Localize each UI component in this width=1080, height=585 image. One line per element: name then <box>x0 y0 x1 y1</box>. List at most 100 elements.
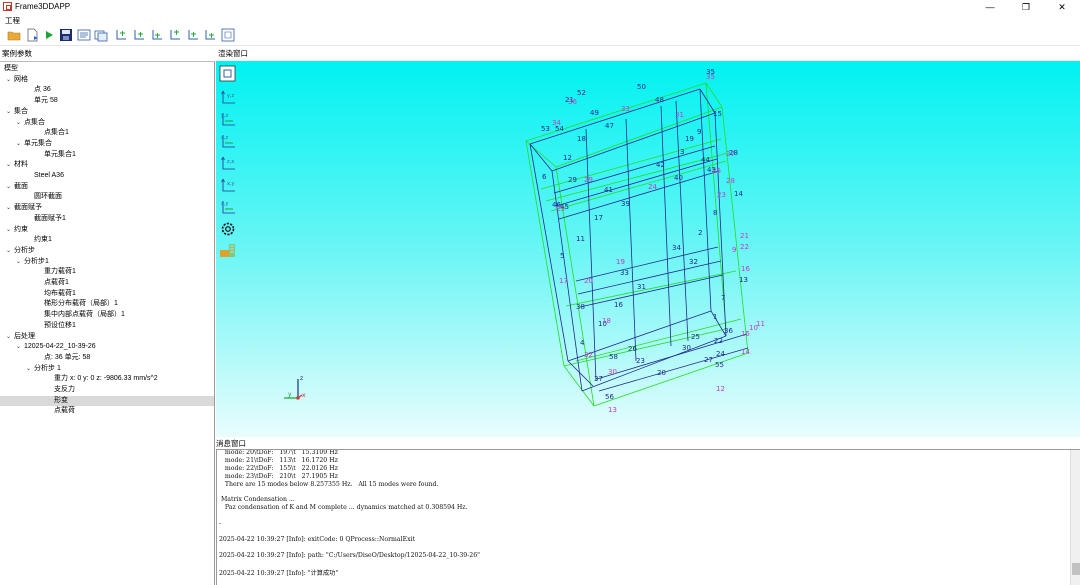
tree-item[interactable]: Steel A36 <box>0 171 214 182</box>
tree-item[interactable]: ⌄ 材料 <box>0 160 214 171</box>
element-label: 8 <box>713 209 717 217</box>
tree-item[interactable]: ⌄ 后处理 <box>0 332 214 343</box>
element-label: 26 <box>628 345 637 353</box>
chevron-down-icon[interactable]: ⌄ <box>6 182 11 193</box>
view-yx-icon[interactable] <box>203 28 217 42</box>
node-label: 12 <box>716 385 725 393</box>
close-button[interactable]: ✕ <box>1044 0 1080 14</box>
node-label: 16 <box>741 265 750 273</box>
view-zy-icon[interactable] <box>186 28 200 42</box>
chevron-down-icon[interactable]: ⌄ <box>6 75 11 86</box>
tree-item-label: 点载荷 <box>54 407 75 415</box>
tree-item[interactable]: 集中内部点载荷（局部）1 <box>0 310 214 321</box>
chevron-down-icon[interactable]: ⌄ <box>16 139 21 150</box>
console-line: - <box>219 520 222 528</box>
chevron-down-icon[interactable]: ⌄ <box>6 332 11 343</box>
tree-item[interactable]: ⌄ 分析步 <box>0 246 214 257</box>
run-icon[interactable] <box>42 28 56 42</box>
render-viewport[interactable]: y,z y,z x,z z,x x,y x,y 50 48 15 49 47 9 3 54 53… <box>216 61 1080 437</box>
new-file-icon[interactable] <box>25 28 39 42</box>
tree-item[interactable]: ⌄ 集合 <box>0 107 214 118</box>
tree-item[interactable]: 预设位移1 <box>0 321 214 332</box>
console-line: 2025-04-22 10:39:27 [Info]: exitCode: 0 … <box>219 535 416 543</box>
element-label: 4 <box>580 339 585 347</box>
tree-item[interactable]: 单元集合1 <box>0 150 214 161</box>
element-label: 33 <box>620 269 629 277</box>
element-label: 15 <box>713 110 722 118</box>
tree-item-label: 约束 <box>14 225 28 233</box>
tree-item[interactable]: 重力 x: 0 y: 0 z: -9806.33 mm/s^2 <box>0 374 214 385</box>
tree-item[interactable]: 截面赋予1 <box>0 214 214 225</box>
save-icon[interactable] <box>59 28 73 42</box>
chevron-down-icon[interactable]: ⌄ <box>6 107 11 118</box>
open-folder-icon[interactable] <box>7 28 21 42</box>
tree-item-label: 截面赋予1 <box>34 214 66 222</box>
view-xz-icon[interactable] <box>132 28 146 42</box>
tree-item[interactable]: ⌄ 约束 <box>0 225 214 236</box>
view-yz-icon[interactable] <box>150 28 164 42</box>
maximize-button[interactable]: ❐ <box>1008 0 1044 14</box>
tree-item[interactable]: 重力载荷1 <box>0 267 214 278</box>
window-title: Frame3DDAPP <box>15 2 71 11</box>
tree-item-label: 支反力 <box>54 386 75 393</box>
node-label: 34 <box>552 119 561 127</box>
fit-view-icon[interactable] <box>221 28 235 42</box>
element-label: 30 <box>682 344 691 352</box>
view-list-icon[interactable] <box>77 28 91 42</box>
chevron-down-icon[interactable]: ⌄ <box>16 257 21 268</box>
minimize-button[interactable]: — <box>972 0 1008 14</box>
tree-item[interactable]: ⌄ 分析步1 <box>0 257 214 268</box>
chevron-down-icon[interactable]: ⌄ <box>16 118 21 129</box>
scroll-thumb[interactable] <box>1072 563 1080 575</box>
tree-item[interactable]: 点: 36 单元: 58 <box>0 353 214 364</box>
tree-item[interactable]: 点集合1 <box>0 128 214 139</box>
tree-item-label: 梯形分布载荷（局部）1 <box>44 300 118 308</box>
tree-item[interactable]: 点 36 <box>0 85 214 96</box>
tree-item[interactable]: ⌄ 单元集合 <box>0 139 214 150</box>
console-scrollbar[interactable] <box>1070 450 1080 585</box>
node-label: 32 <box>584 351 593 359</box>
view-window-icon[interactable] <box>94 28 108 42</box>
node-label: 23 <box>717 191 726 199</box>
tree-item[interactable]: 形变 <box>0 395 214 407</box>
chevron-down-icon[interactable]: ⌄ <box>6 203 11 214</box>
console-line: Matrix Condensation ... <box>219 496 295 504</box>
message-console[interactable]: mode: 20\tDoF: 197\t 15.3109 Hz mode: 21… <box>216 449 1080 585</box>
tree-item[interactable]: ⌄ 点集合 <box>0 118 214 129</box>
menu-project[interactable]: 工程 <box>5 15 20 26</box>
tree-item[interactable]: ⌄ 截面 <box>0 182 214 193</box>
node-label: 25 <box>556 205 565 213</box>
view-xy-icon[interactable] <box>114 28 128 42</box>
tree-item-label: 集合 <box>14 107 28 115</box>
tree-item[interactable]: ⌄ 分析步 1 <box>0 364 214 375</box>
tree-item[interactable]: ⌄ 12025-04-22_10-39-26 <box>0 342 214 353</box>
chevron-down-icon[interactable]: ⌄ <box>6 225 11 236</box>
element-label: 17 <box>594 214 603 222</box>
node-label: 30 <box>608 368 617 376</box>
tree-item[interactable]: 单元 58 <box>0 96 214 107</box>
tree-item-label: 材料 <box>14 161 28 169</box>
element-label: 53 <box>541 125 550 133</box>
node-label: 21 <box>740 232 749 240</box>
tree-item-label: 网格 <box>14 75 28 83</box>
view-zx-icon[interactable] <box>168 28 182 42</box>
chevron-down-icon[interactable]: ⌄ <box>26 364 31 375</box>
tree-item[interactable]: 点载荷1 <box>0 278 214 289</box>
tree-item[interactable]: ⌄ 截面赋予 <box>0 203 214 214</box>
console-line: Paz condensation of K and M complete ...… <box>219 504 468 512</box>
element-label: 18 <box>577 135 586 143</box>
tree-item-label: Steel A36 <box>34 172 64 179</box>
tree-item[interactable]: ⌄ 网格 <box>0 75 214 86</box>
tree-item[interactable]: 均布载荷1 <box>0 289 214 300</box>
tree-item[interactable]: 模型 <box>0 64 214 75</box>
tree-item[interactable]: 约束1 <box>0 235 214 246</box>
chevron-down-icon[interactable]: ⌄ <box>6 160 11 171</box>
chevron-down-icon[interactable]: ⌄ <box>16 342 21 353</box>
tree-item[interactable]: 点载荷 <box>0 406 214 417</box>
chevron-down-icon[interactable]: ⌄ <box>6 246 11 257</box>
tree-item-label: 重力载荷1 <box>44 268 76 276</box>
tree-item[interactable]: 圆环截面 <box>0 192 214 203</box>
axis-z-label: z <box>300 375 303 382</box>
tree-item[interactable]: 支反力 <box>0 385 214 396</box>
tree-item[interactable]: 梯形分布载荷（局部）1 <box>0 299 214 310</box>
